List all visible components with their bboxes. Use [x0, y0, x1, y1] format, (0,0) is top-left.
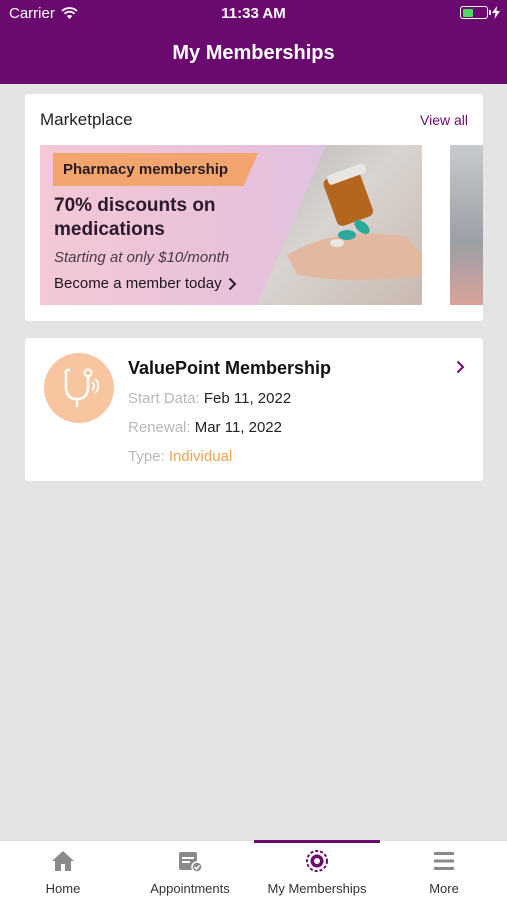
tab-more-label: More — [429, 881, 459, 896]
battery-status — [460, 6, 500, 19]
type-value: Individual — [168, 448, 233, 465]
tab-appointments[interactable]: Appointments — [127, 841, 253, 900]
start-date-row: Start Data: Feb 11, 2022 — [128, 390, 291, 407]
renewal-row: Renewal: Mar 11, 2022 — [128, 419, 282, 436]
become-member-label: Become a member today — [54, 275, 222, 292]
top-bar: Carrier 11:33 AM My Memberships — [0, 0, 507, 84]
pills-illustration — [287, 163, 422, 280]
status-time: 11:33 AM — [221, 5, 286, 22]
status-bar: Carrier 11:33 AM — [0, 0, 507, 28]
stethoscope-icon — [64, 368, 100, 407]
tab-appointments-label: Appointments — [150, 881, 230, 896]
marketplace-title: Marketplace — [40, 110, 133, 129]
tab-my-memberships-label: My Memberships — [267, 881, 367, 896]
membership-card[interactable]: ValuePoint Membership Start Data: Feb 11… — [25, 338, 483, 481]
banner-headline-line2: medications — [54, 219, 165, 240]
battery-icon — [460, 6, 491, 19]
renewal-value: Mar 11, 2022 — [194, 419, 282, 436]
charging-bolt-icon — [492, 6, 500, 19]
home-icon — [52, 851, 74, 871]
start-date-value: Feb 11, 2022 — [203, 390, 292, 407]
tab-home-label: Home — [45, 881, 81, 896]
type-row: Type: Individual — [128, 448, 232, 465]
banner-headline: 70% discounts on medications — [54, 194, 274, 242]
membership-badge-icon — [306, 850, 328, 872]
start-date-label: Start Data: — [128, 390, 200, 407]
pills-photo — [257, 145, 422, 305]
banner-tag: Pharmacy membership — [53, 153, 258, 186]
tab-home[interactable]: Home — [0, 841, 126, 900]
chevron-right-icon — [228, 277, 236, 290]
tab-my-memberships[interactable]: My Memberships — [254, 840, 380, 900]
menu-icon — [434, 852, 454, 870]
become-member-link[interactable]: Become a member today — [54, 275, 237, 292]
next-banner-preview[interactable] — [450, 145, 483, 305]
tab-more[interactable]: More — [381, 841, 507, 900]
calendar-check-icon — [179, 852, 203, 873]
tab-bar: Home Appointments My Memberships More — [0, 840, 507, 900]
type-label: Type: — [128, 448, 165, 465]
page-title: My Memberships — [172, 42, 335, 64]
banner-headline-line1: 70% discounts on — [54, 195, 216, 216]
renewal-label: Renewal: — [128, 419, 191, 436]
marketplace-card: Marketplace View all Pharmacy membership… — [25, 94, 483, 321]
membership-name: ValuePoint Membership — [128, 358, 332, 378]
pharmacy-membership-banner[interactable]: Pharmacy membership 70% discounts on med… — [40, 145, 422, 305]
view-all-link[interactable]: View all — [420, 112, 468, 128]
chevron-right-icon[interactable] — [456, 360, 465, 374]
membership-avatar — [44, 353, 114, 423]
banner-subtitle: Starting at only $10/month — [54, 249, 230, 266]
